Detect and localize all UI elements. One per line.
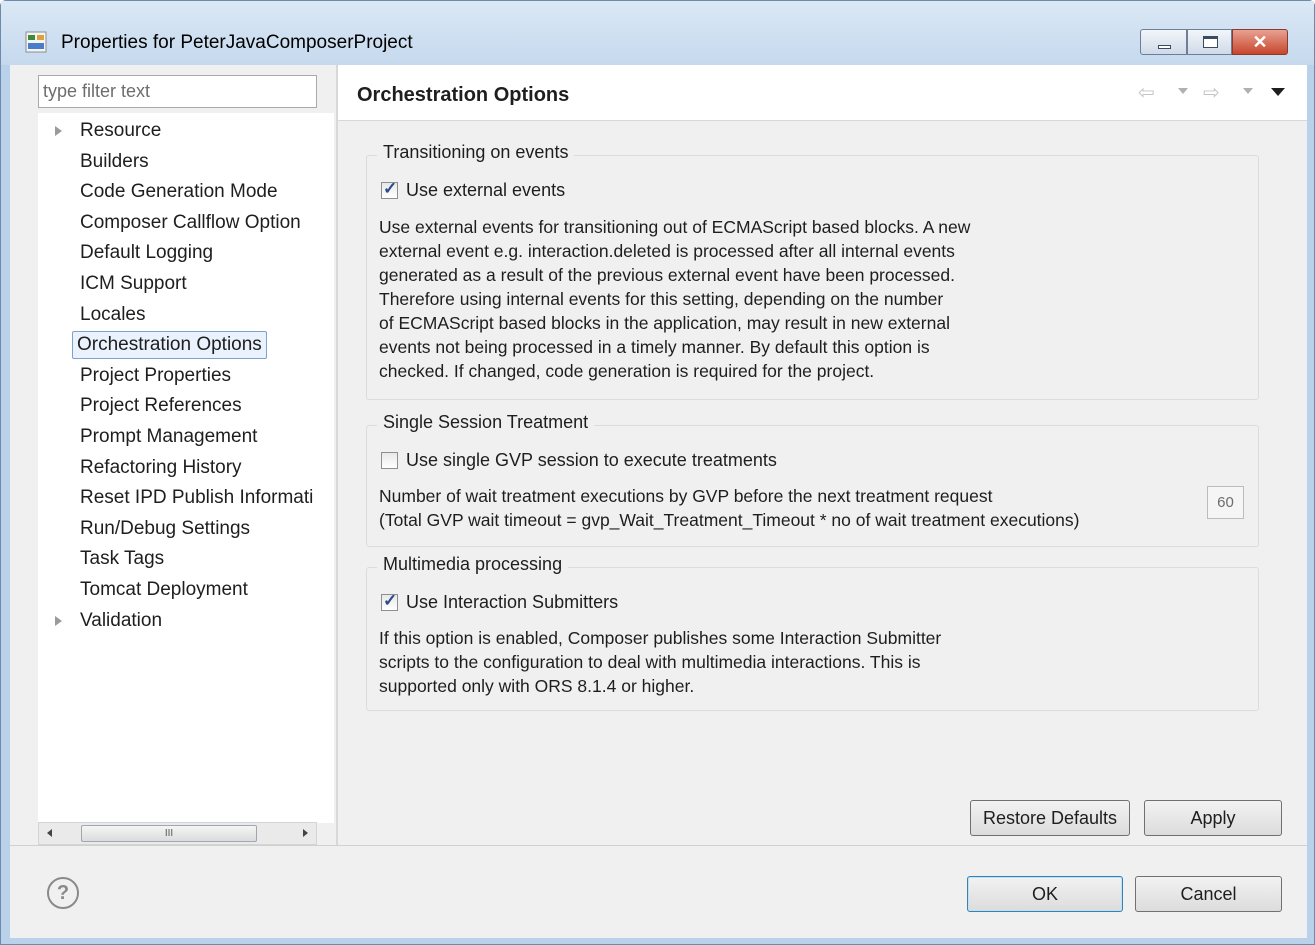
scroll-right-icon[interactable] (303, 829, 308, 837)
single-session-group: Single Session Treatment Use single GVP … (366, 412, 1259, 547)
tree-item-label: Reset IPD Publish Informati (80, 487, 314, 509)
maximize-icon (1203, 36, 1218, 48)
pane-divider[interactable] (336, 65, 338, 845)
checkbox-label: Use Interaction Submitters (406, 592, 619, 612)
close-icon: ✕ (1252, 32, 1268, 52)
transitioning-group: Transitioning on events Use external eve… (366, 142, 1259, 400)
tree-item-label: Locales (80, 303, 146, 325)
tree-item-label: Resource (80, 120, 162, 141)
button-bar-divider (10, 845, 1307, 846)
tree-item-label: Orchestration Options (72, 331, 267, 360)
tree-item-label: Validation (80, 609, 163, 631)
tree-item-label: Code Generation Mode (80, 181, 278, 203)
help-icon[interactable]: ? (47, 877, 79, 909)
property-page-tree: Resource Builders Code Generation Mode Comp… (38, 113, 334, 823)
group-title: Single Session Treatment (377, 412, 595, 433)
scroll-left-icon[interactable] (47, 829, 52, 837)
page-title: Orchestration Options (357, 84, 570, 106)
project-properties-icon (25, 31, 47, 53)
forward-arrow-icon[interactable]: ⇨ (1203, 80, 1220, 105)
tree-item-label: Refactoring History (80, 456, 242, 478)
expand-arrow-icon[interactable] (55, 615, 62, 626)
view-menu-chevron-icon[interactable] (1271, 88, 1285, 96)
single-session-description: Number of wait treatment executions by G… (379, 486, 1080, 530)
tree-item-label: Builders (80, 150, 149, 172)
cancel-button[interactable]: Cancel (1135, 876, 1282, 912)
tree-item-label: Composer Callflow Option (80, 211, 301, 233)
filter-input[interactable]: type filter text (38, 75, 317, 108)
tree-item-label: Task Tags (80, 548, 165, 570)
checkbox-label: Use single GVP session to execute treatm… (406, 450, 777, 470)
minimize-button[interactable] (1140, 29, 1187, 55)
back-history-chevron-icon[interactable] (1178, 88, 1188, 94)
multimedia-group: Multimedia processing Use Interaction Su… (366, 554, 1259, 711)
tree-item-label: Tomcat Deployment (80, 579, 248, 600)
page-header: Orchestration Options ⇦ ⇨ (338, 65, 1307, 121)
apply-button[interactable]: Apply (1144, 800, 1282, 836)
minimize-icon (1158, 45, 1171, 49)
tree-item-label: Default Logging (80, 242, 214, 264)
title-bar[interactable]: Properties for PeterJavaComposerProject … (1, 1, 1314, 65)
checkbox-box[interactable] (381, 591, 398, 611)
tree-item-label: Run/Debug Settings (80, 517, 251, 539)
multimedia-description: If this option is enabled, Composer publ… (379, 628, 942, 696)
wait-treatment-count-field[interactable]: 60 (1207, 486, 1244, 519)
properties-dialog: Properties for PeterJavaComposerProject … (0, 0, 1315, 945)
maximize-button[interactable] (1187, 29, 1232, 55)
scroll-thumb[interactable]: III (81, 825, 257, 842)
checkbox-label: Use external events (406, 180, 566, 200)
tree-item-label: Project References (80, 395, 242, 417)
restore-defaults-button[interactable]: Restore Defaults (970, 800, 1130, 836)
checkbox-box[interactable] (381, 179, 398, 199)
tree-horizontal-scrollbar[interactable]: III (38, 822, 317, 845)
expand-arrow-icon[interactable] (55, 126, 62, 136)
window-title: Properties for PeterJavaComposerProject (61, 32, 413, 53)
ok-button[interactable]: OK (967, 876, 1123, 912)
tree-item-label: Project Properties (80, 364, 232, 386)
transitioning-description: Use external events for transitioning ou… (379, 217, 971, 381)
dialog-body: type filter text Resource Builders Code Ge… (10, 65, 1307, 938)
tree-item-label: Prompt Management (80, 426, 258, 447)
back-arrow-icon[interactable]: ⇦ (1138, 80, 1155, 105)
forward-history-chevron-icon[interactable] (1243, 88, 1253, 94)
group-title: Multimedia processing (377, 554, 569, 575)
tree-item-label: ICM Support (80, 273, 187, 294)
close-button[interactable]: ✕ (1232, 29, 1288, 55)
checkbox-box[interactable] (381, 452, 398, 469)
group-title: Transitioning on events (377, 142, 575, 163)
